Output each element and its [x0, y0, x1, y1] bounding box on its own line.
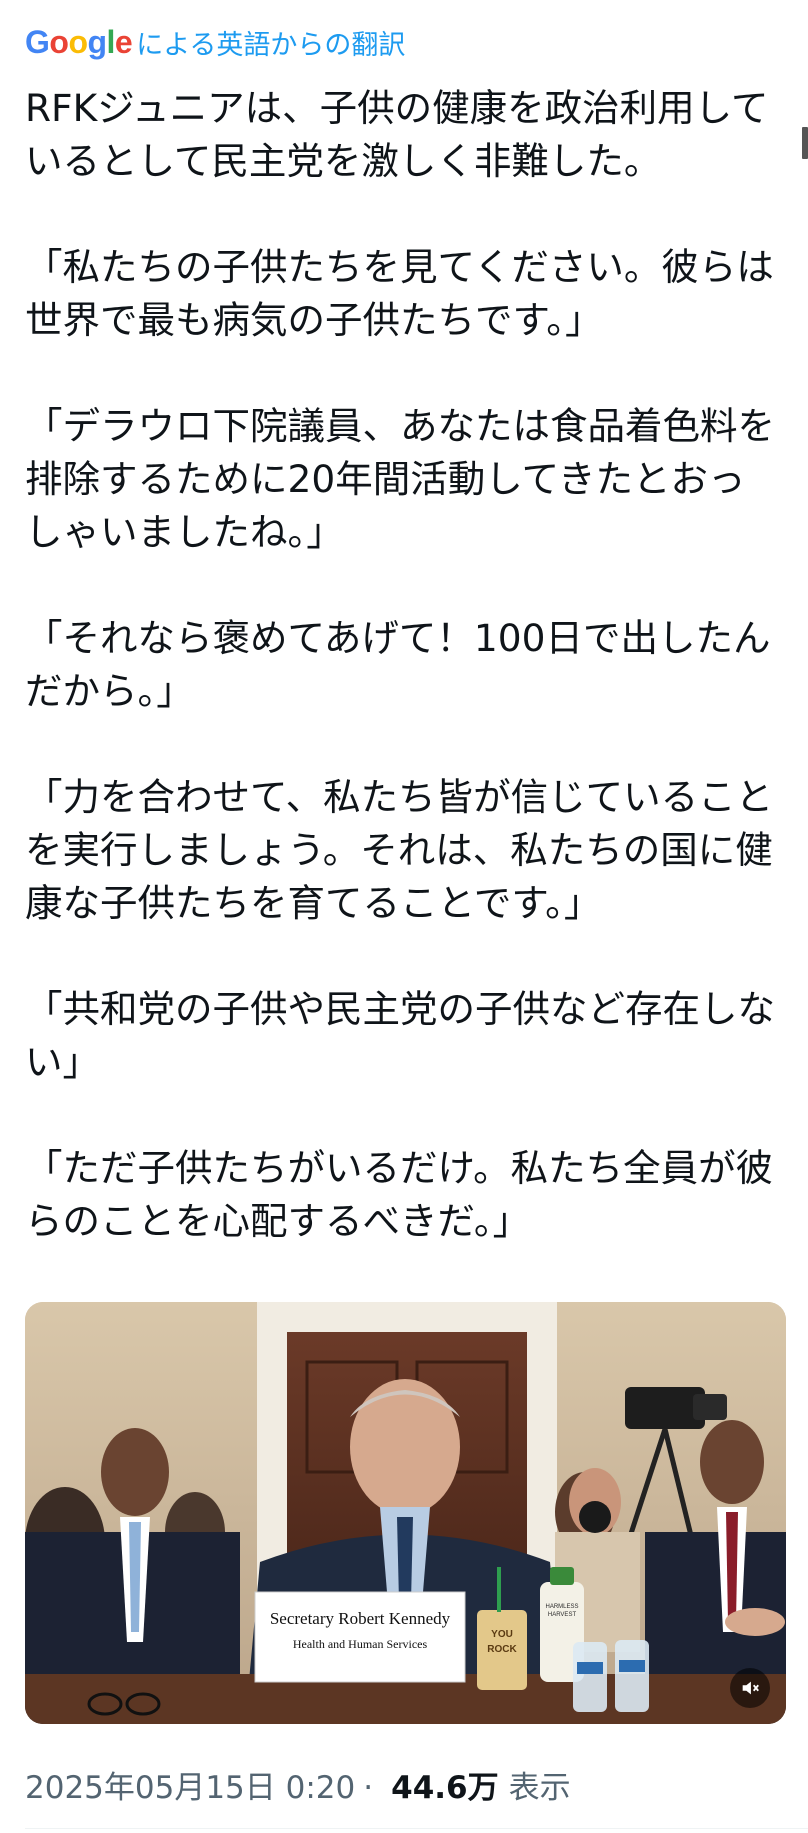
meta-separator: ·: [363, 1770, 374, 1806]
video-frame-image: Secretary Robert Kennedy Health and Huma…: [25, 1302, 786, 1724]
bottle-label: HARVEST: [548, 1612, 577, 1618]
google-logo-letter: G: [25, 23, 50, 60]
divider: [25, 1828, 808, 1829]
views-count[interactable]: 44.6万: [391, 1762, 499, 1807]
translation-header[interactable]: Google による英語からの翻訳: [25, 22, 405, 62]
bottle-label: HARMLESS: [545, 1604, 578, 1610]
google-logo-letter: e: [114, 23, 133, 60]
placard-name: Secretary Robert Kennedy: [270, 1609, 451, 1628]
views-label: 表示: [508, 1770, 571, 1806]
google-logo-letter: l: [106, 23, 116, 60]
tweet-paragraph: 「私たちの子供たちを見てください。彼らは世界で最も病気の子供たちです。」: [25, 245, 774, 342]
tweet-paragraph: 「デラウロ下院議員、あなたは食品着色料を排除するために20年間活動してきたとおっ…: [25, 404, 775, 554]
placard-department: Health and Human Services: [293, 1637, 428, 1651]
google-logo-letter: o: [68, 23, 88, 60]
tweet-paragraph: 「ただ子供たちがいるだけ。私たち全員が彼らのことを心配するべきだ。」: [25, 1146, 774, 1243]
speaker-muted-icon: [742, 1681, 759, 1695]
tweet-meta: 2025年05月15日 0:20 · 44.6万 表示: [25, 1762, 571, 1807]
cup-text: YOU: [491, 1629, 513, 1640]
tweet-paragraph: 「力を合わせて、私たち皆が信じていることを実行しましょう。それは、私たちの国に健…: [25, 775, 774, 925]
google-logo-letter: g: [87, 23, 107, 60]
tweet-paragraph: 「それなら褒めてあげて！100日で出したんだから。」: [25, 616, 771, 713]
cup-text: ROCK: [487, 1644, 517, 1655]
tweet-text: RFKジュニアは、子供の健康を政治利用しているとして民主党を激しく非難した。 「…: [25, 82, 777, 1301]
tweet-paragraph: 「共和党の子供や民主党の子供など存在しない」: [25, 987, 775, 1084]
translation-label[interactable]: による英語からの翻訳: [136, 23, 405, 62]
timestamp[interactable]: 2025年05月15日 0:20: [25, 1762, 355, 1807]
mute-button[interactable]: [730, 1668, 770, 1708]
tweet-paragraph: RFKジュニアは、子供の健康を政治利用しているとして民主党を激しく非難した。: [25, 86, 769, 183]
scrollbar-thumb[interactable]: [802, 127, 808, 159]
google-logo: Google: [25, 23, 133, 61]
google-logo-letter: o: [49, 23, 69, 60]
video-player[interactable]: Secretary Robert Kennedy Health and Huma…: [25, 1302, 786, 1724]
